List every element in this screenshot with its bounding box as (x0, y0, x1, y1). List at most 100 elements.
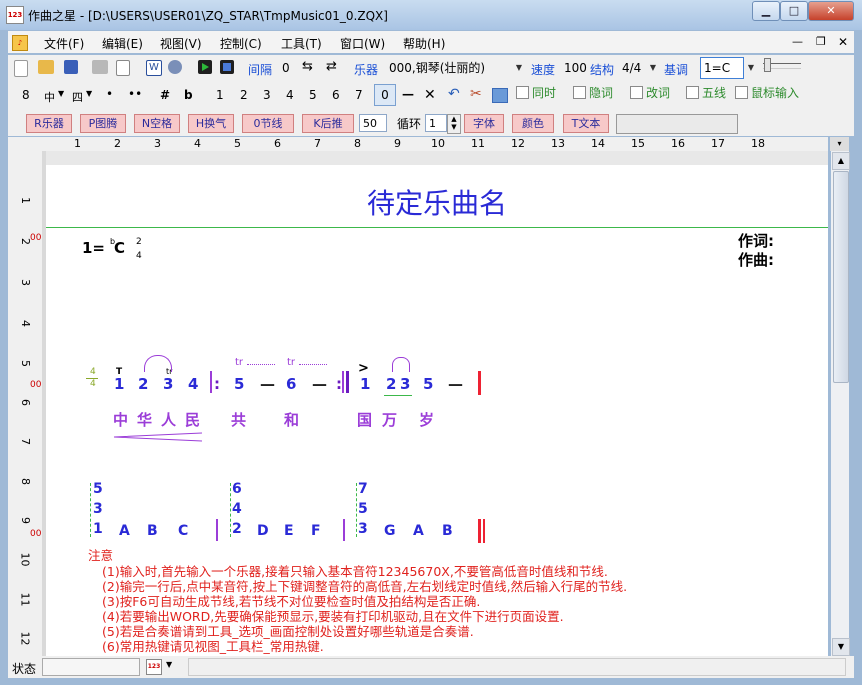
text-button[interactable]: T文本 (563, 114, 609, 133)
note-0-button[interactable]: 0 (374, 84, 396, 106)
instrument-select[interactable]: 000,钢琴(壮丽的) (386, 58, 524, 78)
menu-tools[interactable]: 工具(T) (281, 35, 322, 52)
double-dot-button[interactable]: •• (128, 87, 142, 101)
width-input[interactable]: 50 (359, 114, 387, 132)
chord-note[interactable]: A (119, 523, 130, 539)
simultaneous-checkbox[interactable] (516, 86, 529, 99)
structure-value[interactable]: 4/4 (622, 61, 641, 75)
spin-down-icon[interactable]: ▼ (451, 123, 456, 131)
middle-button[interactable]: 中 (44, 89, 55, 105)
note-4-button[interactable]: 4 (286, 88, 294, 102)
melody-dash[interactable]: — (448, 375, 463, 393)
lyric-char[interactable]: 共 (231, 409, 246, 430)
speaker-icon[interactable] (168, 60, 182, 74)
word-export-icon[interactable]: W (146, 60, 162, 76)
menu-edit[interactable]: 编辑(E) (102, 35, 143, 52)
chord-note[interactable]: B (147, 523, 158, 539)
chord-stack-note[interactable]: 7 (358, 481, 368, 497)
melody-note[interactable]: 4 (188, 375, 198, 393)
new-file-icon[interactable] (14, 60, 28, 77)
undo-icon[interactable]: ↶ (448, 86, 460, 102)
chord-stack-note[interactable]: 5 (93, 481, 103, 497)
save-icon[interactable] (64, 60, 78, 74)
note-5-button[interactable]: 5 (309, 88, 317, 102)
breath-button[interactable]: H换气 (188, 114, 234, 133)
flat-button[interactable]: b (184, 88, 193, 102)
quarter-button[interactable]: 四 (72, 89, 83, 105)
barline-button[interactable]: 0节线 (242, 114, 294, 133)
play-icon[interactable] (198, 60, 212, 74)
mdi-restore-icon[interactable]: ❐ (816, 35, 826, 48)
interval-value[interactable]: 0 (282, 61, 290, 75)
note-7-button[interactable]: 7 (355, 88, 363, 102)
note-1-button[interactable]: 1 (216, 88, 224, 102)
melody-note[interactable]: 1 (360, 375, 370, 393)
melody-note[interactable]: 3 (163, 375, 173, 393)
scroll-down-icon[interactable]: ▼ (832, 638, 850, 656)
chevron-down-icon[interactable]: ▼ (166, 660, 172, 669)
note-3-button[interactable]: 3 (263, 88, 271, 102)
chord-note[interactable]: G (384, 523, 396, 539)
chord-note[interactable]: E (284, 523, 294, 539)
delete-button[interactable]: ✕ (424, 87, 436, 103)
chord-note[interactable]: A (413, 523, 424, 539)
staff-checkbox[interactable] (686, 86, 699, 99)
color-button[interactable]: 颜色 (512, 114, 554, 133)
print-icon[interactable] (92, 60, 108, 74)
sharp-button[interactable]: # (160, 88, 170, 102)
speed-value[interactable]: 100 (564, 61, 587, 75)
lyric-char[interactable]: 国 (357, 409, 372, 430)
menu-view[interactable]: 视图(V) (160, 35, 202, 52)
mdi-close-icon[interactable]: ✕ (838, 35, 848, 49)
lyric-char[interactable]: 民 (185, 409, 200, 430)
mdi-minimize-icon[interactable]: — (792, 35, 803, 48)
note-2-button[interactable]: 2 (240, 88, 248, 102)
chord-stack-note[interactable]: 3 (93, 501, 103, 517)
maximize-button[interactable]: □ (780, 1, 808, 21)
tools-icon[interactable]: ✂ (470, 86, 482, 102)
ruler-toggle-icon[interactable]: ▾ (830, 137, 849, 151)
spin-up-icon[interactable]: ▲ (451, 115, 456, 123)
chord-note[interactable]: D (257, 523, 269, 539)
instrument-button[interactable]: R乐器 (26, 114, 72, 133)
open-folder-icon[interactable] (38, 60, 54, 74)
print-preview-icon[interactable] (116, 60, 130, 76)
melody-note[interactable]: 2 (138, 375, 148, 393)
scroll-thumb[interactable] (833, 171, 849, 383)
dash-button[interactable]: — (402, 87, 414, 101)
score-document[interactable]: 待定乐曲名 1= b C 2 4 作词: 作曲: 4 4 T 1 2 tr 3 … (46, 165, 828, 656)
melody-dash[interactable]: — (312, 375, 327, 393)
edit-lyrics-checkbox[interactable] (630, 86, 643, 99)
text-input[interactable] (616, 114, 738, 134)
melody-note[interactable]: 3 (400, 375, 410, 393)
chord-stack-note[interactable]: 4 (232, 501, 242, 517)
chord-stack-note[interactable]: 1 (93, 521, 103, 537)
chord-stack-note[interactable]: 2 (232, 521, 242, 537)
melody-note[interactable]: 2 (386, 375, 396, 393)
chevron-down-icon[interactable]: ▼ (744, 58, 758, 78)
menu-window[interactable]: 窗口(W) (340, 35, 385, 52)
merge-icon[interactable]: ⇄ (326, 59, 337, 74)
melody-dash[interactable]: — (260, 375, 275, 393)
chevron-down-icon[interactable]: ▼ (86, 89, 92, 98)
chevron-down-icon[interactable]: ▼ (512, 58, 526, 78)
lyric-char[interactable]: 万 (382, 409, 397, 430)
chord-note[interactable]: F (311, 523, 321, 539)
lyric-char[interactable]: 中 (113, 409, 128, 430)
menu-help[interactable]: 帮助(H) (403, 35, 445, 52)
song-title[interactable]: 待定乐曲名 (46, 182, 828, 222)
lyric-char[interactable]: 人 (161, 409, 176, 430)
scroll-up-icon[interactable]: ▲ (832, 152, 850, 170)
volume-slider-thumb[interactable] (764, 58, 771, 72)
melody-note[interactable]: 5 (234, 375, 244, 393)
chord-stack-note[interactable]: 5 (358, 501, 368, 517)
minimize-button[interactable]: ▁ (752, 1, 780, 21)
stop-icon[interactable] (220, 60, 234, 74)
space-button[interactable]: N空格 (134, 114, 180, 133)
chord-stack-note[interactable]: 6 (232, 481, 242, 497)
split-icon[interactable]: ⇆ (302, 59, 313, 74)
chevron-down-icon[interactable]: ▼ (646, 58, 660, 78)
key-select[interactable]: 1=C (700, 57, 744, 79)
lyric-char[interactable]: 华 (137, 409, 152, 430)
chord-stack-note[interactable]: 3 (358, 521, 368, 537)
